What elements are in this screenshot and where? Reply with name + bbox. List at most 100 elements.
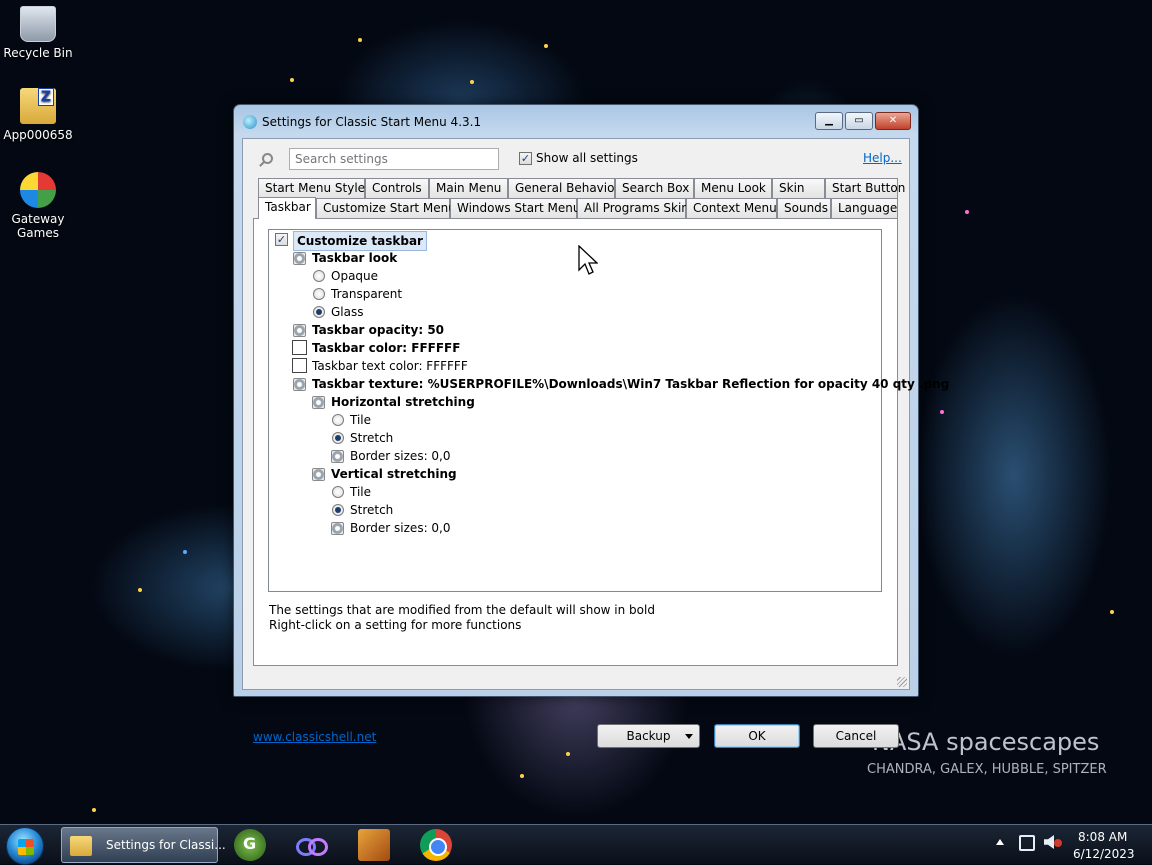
radio-label: Stretch — [350, 503, 394, 517]
settings-window: Settings for Classic Start Menu 4.3.1 ▁ … — [233, 104, 949, 748]
radio-label: Stretch — [350, 431, 394, 445]
search-field[interactable] — [289, 148, 499, 170]
customize-taskbar-checkbox[interactable]: ✓ — [275, 233, 288, 246]
tree-item-label: Taskbar texture: %USERPROFILE%\Downloads… — [312, 377, 950, 391]
tab-start-button[interactable]: Start Button — [825, 178, 905, 198]
tree-item-label: Border sizes: 0,0 — [350, 521, 451, 535]
help-link[interactable]: Help... — [863, 151, 902, 165]
desktop-icon-recycle-bin[interactable]: Recycle Bin — [0, 6, 76, 60]
tab-start-menu-style[interactable]: Start Menu Style — [258, 178, 365, 198]
radio-button[interactable] — [332, 486, 344, 498]
tab-general-behavior[interactable]: General Behavior — [508, 178, 619, 198]
star — [358, 38, 362, 42]
show-hidden-icons-arrow-icon[interactable] — [996, 839, 1004, 845]
color-swatch[interactable] — [292, 358, 307, 373]
radio-label: Tile — [350, 413, 372, 427]
settings-gear-icon — [293, 252, 306, 265]
backup-button-label: Backup — [626, 729, 671, 743]
star — [1110, 610, 1114, 614]
star — [138, 588, 142, 592]
cancel-button[interactable]: Cancel — [813, 724, 899, 748]
tree-item-label: Taskbar look — [312, 251, 398, 265]
clock-time[interactable]: 8:08 AM — [1078, 830, 1127, 844]
title-bar[interactable]: Settings for Classic Start Menu 4.3.1 ▁ … — [234, 105, 918, 137]
tab-customize-start-menu[interactable]: Customize Start Menu — [316, 198, 456, 218]
radio-button-selected[interactable] — [332, 504, 344, 516]
wallpaper-title: NASA spacescapes — [872, 728, 1100, 756]
ok-button[interactable]: OK — [714, 724, 800, 748]
wallpaper-subtitle: CHANDRA, GALEX, HUBBLE, SPITZER — [867, 762, 1107, 777]
tab-main-menu[interactable]: Main Menu — [429, 178, 508, 198]
taskbar: Settings for Classi... 8:08 AM 6/12/2023 — [0, 824, 1152, 865]
gameloop-app-icon[interactable] — [234, 829, 266, 861]
tab-controls[interactable]: Controls — [365, 178, 429, 198]
info-text-bold-note: The settings that are modified from the … — [269, 603, 655, 617]
window-client-area: ✓ Show all settings Help... Start Menu S… — [242, 138, 949, 748]
resize-grip[interactable] — [897, 677, 907, 687]
zip-folder-icon: Z — [20, 88, 56, 124]
close-button[interactable]: ✕ — [875, 112, 911, 130]
search-icon — [262, 153, 273, 164]
website-link[interactable]: www.classicshell.net — [253, 730, 376, 744]
tab-all-programs-skin[interactable]: All Programs Skin — [577, 198, 689, 218]
radio-button[interactable] — [313, 288, 325, 300]
info-text-right-click-note: Right-click on a setting for more functi… — [269, 618, 522, 632]
radio-button[interactable] — [332, 414, 344, 426]
minimize-button[interactable]: ▁ — [815, 112, 843, 130]
backup-button[interactable]: Backup — [597, 724, 700, 748]
desktop-icon-app000658[interactable]: Z App000658 — [0, 88, 76, 142]
start-button[interactable] — [6, 827, 44, 865]
settings-folder-icon — [70, 836, 92, 856]
tab-menu-look[interactable]: Menu Look — [694, 178, 772, 198]
star — [965, 210, 969, 214]
settings-gear-icon — [293, 378, 306, 391]
radio-button[interactable] — [313, 270, 325, 282]
settings-gear-icon — [331, 450, 344, 463]
star — [92, 808, 96, 812]
taskbar-item-settings[interactable]: Settings for Classi... — [61, 827, 226, 863]
tab-sounds[interactable]: Sounds — [777, 198, 831, 218]
mouse-cursor-icon — [578, 244, 599, 280]
radio-button-selected[interactable] — [332, 432, 344, 444]
star — [566, 752, 570, 756]
tree-item-label: Horizontal stretching — [331, 395, 475, 409]
color-swatch[interactable] — [292, 340, 307, 355]
show-all-settings-checkbox[interactable]: ✓ — [519, 152, 532, 165]
radio-label: Opaque — [331, 269, 379, 283]
settings-gear-icon — [312, 396, 325, 409]
games-icon — [20, 172, 56, 208]
movie-app-icon[interactable] — [358, 829, 390, 861]
desktop-icon-label: Recycle Bin — [3, 46, 73, 60]
desktop-icon-label: Gateway Games — [11, 212, 65, 240]
radio-label: Tile — [350, 485, 372, 499]
clock-date[interactable]: 6/12/2023 — [1073, 847, 1135, 861]
search-input[interactable] — [290, 149, 498, 169]
star — [520, 774, 524, 778]
tree-item-label: Taskbar color: FFFFFF — [312, 341, 461, 355]
volume-muted-icon — [1054, 839, 1062, 847]
tab-taskbar[interactable]: Taskbar — [258, 197, 316, 219]
radio-button-selected[interactable] — [313, 306, 325, 318]
tree-item-label: Border sizes: 0,0 — [350, 449, 451, 463]
network-icon[interactable] — [1019, 835, 1035, 851]
chevron-down-icon — [685, 734, 693, 739]
settings-gear-icon — [331, 522, 344, 535]
show-all-settings-label: Show all settings — [536, 151, 638, 165]
taskbar-item-label: Settings for Classi... — [106, 838, 226, 852]
tab-search-box[interactable]: Search Box — [615, 178, 694, 198]
tab-skin[interactable]: Skin — [772, 178, 825, 198]
radio-label: Transparent — [331, 287, 403, 301]
desktop-icon-gateway-games[interactable]: Gateway Games — [0, 172, 76, 240]
maximize-button[interactable]: ▭ — [845, 112, 873, 130]
tab-language[interactable]: Language — [831, 198, 898, 218]
volume-icon[interactable] — [1044, 835, 1054, 849]
star — [183, 550, 187, 554]
infinity-app-icon[interactable] — [294, 829, 328, 861]
tab-windows-start-menu[interactable]: Windows Start Menu — [450, 198, 580, 218]
settings-tree[interactable]: ✓ Customize taskbar Taskbar look Opaque … — [268, 229, 949, 592]
classic-shell-icon — [243, 115, 257, 129]
chrome-icon[interactable] — [420, 829, 452, 861]
recycle-bin-icon — [20, 6, 56, 42]
star — [290, 78, 294, 82]
tab-context-menu[interactable]: Context Menu — [686, 198, 777, 218]
